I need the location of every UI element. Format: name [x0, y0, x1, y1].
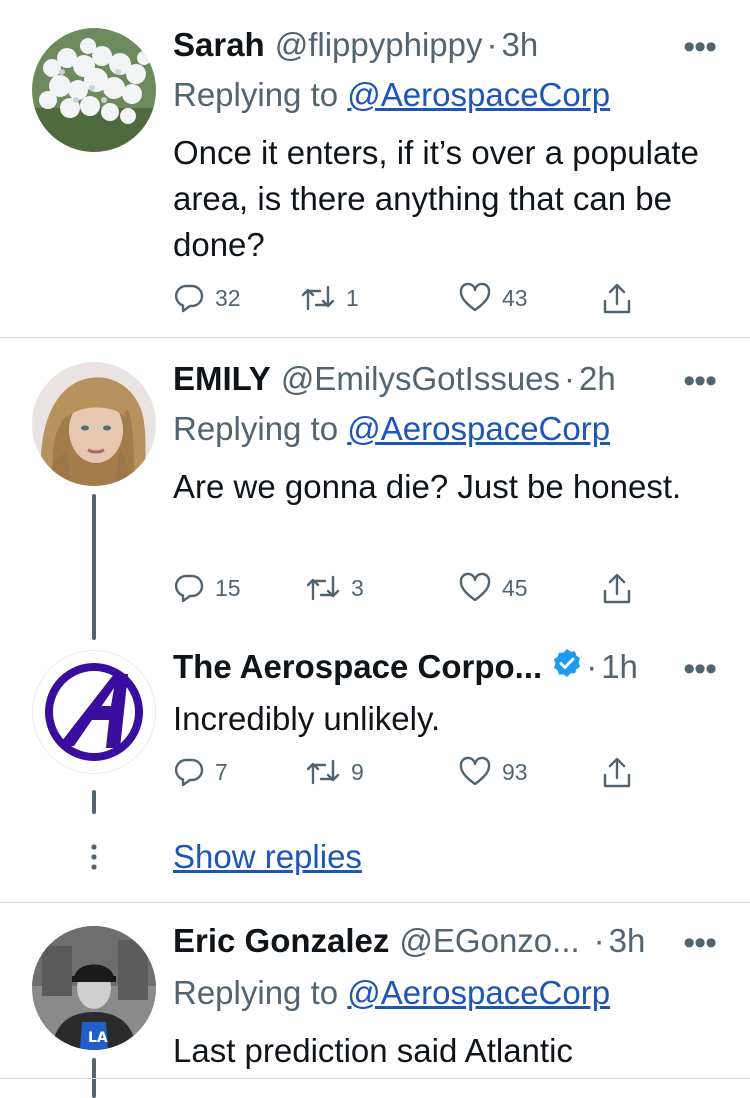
tweet-time[interactable]: 1h [601, 648, 638, 686]
more-options-icon[interactable]: ••• [683, 924, 717, 963]
thread-dots-icon [89, 842, 99, 872]
like-button[interactable]: 93 [458, 756, 528, 788]
retweet-icon [306, 759, 340, 785]
divider [0, 1078, 750, 1079]
reply-icon [174, 574, 204, 603]
author-name[interactable]: Sarah [173, 26, 265, 64]
avatar-eric[interactable]: LA [32, 926, 156, 1050]
tweet-actions: 32 1 43 [173, 282, 643, 322]
share-button[interactable] [600, 572, 634, 606]
tweet-header: Sarah @flippyphippy · 3h [173, 26, 538, 64]
tweet-header: EMILY @EmilysGotIssues · 2h [173, 360, 616, 398]
retweet-icon [301, 285, 335, 311]
retweet-button[interactable]: 3 [305, 572, 364, 604]
replying-to-label: Replying to [173, 974, 339, 1011]
reply-count: 32 [215, 284, 241, 311]
tweet-text: Are we gonna die? Just be honest. [173, 468, 682, 505]
replying-to-label: Replying to [173, 76, 339, 113]
share-button[interactable] [600, 282, 634, 316]
avatar-aerospace[interactable] [32, 650, 156, 774]
like-button[interactable]: 43 [458, 282, 528, 314]
replying-to-label: Replying to [173, 410, 339, 447]
divider [0, 337, 750, 338]
author-name[interactable]: EMILY [173, 360, 271, 398]
like-count: 93 [502, 758, 528, 785]
replying-to-link[interactable]: @AerospaceCorp [347, 410, 610, 447]
author-handle[interactable]: @EmilysGotIssues [281, 360, 560, 398]
share-icon [603, 757, 631, 788]
retweet-count: 1 [346, 284, 359, 311]
divider [0, 902, 750, 903]
author-name[interactable]: The Aerospace Corpo... [173, 648, 542, 686]
svg-text:LA: LA [88, 1030, 108, 1046]
reply-button[interactable]: 7 [173, 756, 228, 788]
reply-icon [174, 758, 204, 787]
verified-badge-icon [552, 648, 582, 686]
heart-icon [459, 572, 491, 602]
heart-icon [459, 756, 491, 786]
tweet-actions: 7 9 93 [173, 756, 643, 796]
tweet-header: Eric Gonzalez @EGonzo... · 3h [173, 922, 645, 960]
author-handle[interactable]: @flippyphippy [275, 26, 483, 64]
more-options-icon[interactable]: ••• [683, 28, 717, 67]
tweet-header: The Aerospace Corpo... · 1h [173, 648, 638, 686]
tweet-time[interactable]: 2h [579, 360, 616, 398]
reply-button[interactable]: 32 [173, 282, 241, 314]
separator-dot: · [586, 648, 598, 685]
like-count: 43 [502, 284, 528, 311]
reply-button[interactable]: 15 [173, 572, 241, 604]
tweet-time[interactable]: 3h [502, 26, 539, 64]
separator-dot: · [564, 360, 576, 397]
separator-dot: · [486, 26, 498, 63]
share-icon [603, 283, 631, 314]
retweet-count: 3 [351, 574, 364, 601]
tweet-time[interactable]: 3h [609, 922, 646, 960]
thread-line [92, 790, 96, 814]
like-count: 45 [502, 574, 528, 601]
replying-to: Replying to @AerospaceCorp [173, 76, 610, 114]
replying-to-link[interactable]: @AerospaceCorp [347, 974, 610, 1011]
tweet-text: Once it enters, if it’s over a populate … [173, 134, 699, 263]
author-name[interactable]: Eric Gonzalez [173, 922, 389, 960]
avatar-sarah[interactable] [32, 28, 156, 152]
share-button[interactable] [600, 756, 634, 790]
retweet-button[interactable]: 9 [305, 756, 364, 788]
replying-to: Replying to @AerospaceCorp [173, 410, 610, 448]
separator-dot: · [593, 922, 605, 959]
retweet-button[interactable]: 1 [300, 282, 359, 314]
thread-line [92, 494, 96, 640]
reply-count: 7 [215, 758, 228, 785]
heart-icon [459, 282, 491, 312]
retweet-icon [306, 575, 340, 601]
more-options-icon[interactable]: ••• [683, 362, 717, 401]
avatar-emily[interactable] [32, 362, 156, 486]
like-button[interactable]: 45 [458, 572, 528, 604]
retweet-count: 9 [351, 758, 364, 785]
author-handle[interactable]: @EGonzo... [399, 922, 579, 960]
reply-count: 15 [215, 574, 241, 601]
show-replies-link[interactable]: Show replies [173, 838, 362, 876]
aerospace-logo [45, 663, 143, 761]
tweet-text: Incredibly unlikely. [173, 700, 441, 737]
reply-icon [174, 284, 204, 313]
share-icon [603, 573, 631, 604]
replying-to: Replying to @AerospaceCorp [173, 974, 610, 1012]
more-options-icon[interactable]: ••• [683, 650, 717, 689]
tweet-actions: 15 3 45 [173, 572, 643, 612]
tweet-text: Last prediction said Atlantic [173, 1032, 573, 1069]
replying-to-link[interactable]: @AerospaceCorp [347, 76, 610, 113]
